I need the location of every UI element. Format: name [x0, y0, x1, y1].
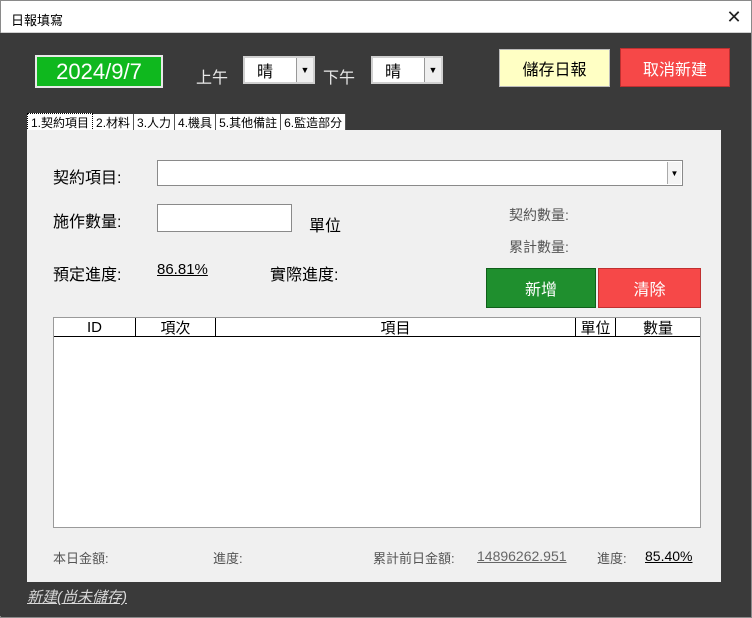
items-table[interactable]: ID 項次 項目 單位 數量 [53, 317, 701, 528]
tab-equipment[interactable]: 4.機具 [175, 114, 217, 131]
tab-contract-items[interactable]: 1.契約項目 [27, 113, 94, 131]
column-header-quantity: 數量 [642, 320, 673, 337]
am-weather-select[interactable]: 晴 ▼ [243, 56, 315, 84]
today-amount-label: 本日金額: [53, 551, 109, 566]
save-report-button[interactable]: 儲存日報 [499, 49, 610, 87]
window-title: 日報填寫 [11, 13, 64, 28]
tab-panel: 契約項目: ▼ 施作數量: 單位 契約數量: 累計數量: 預定進度: 86.81… [27, 130, 721, 582]
previous-amount-value: 14896262.951 [477, 548, 567, 564]
unit-label: 單位 [309, 218, 342, 235]
close-icon: ✕ [726, 6, 742, 27]
pm-label: 下午 [323, 70, 356, 87]
tab-strip: 1.契約項目 2.材料 3.人力 4.機具 5.其他備註 6.監造部分 [27, 113, 347, 131]
contract-item-label: 契約項目: [53, 170, 122, 187]
today-progress-label: 進度: [213, 551, 243, 566]
column-header-id: ID [54, 318, 136, 337]
column-header-unit: 單位 [576, 318, 616, 337]
planned-progress-label: 預定進度: [53, 267, 122, 284]
chevron-down-icon[interactable]: ▼ [296, 58, 313, 82]
title-bar: 日報填寫 ✕ [1, 1, 751, 33]
chevron-down-icon[interactable]: ▼ [424, 58, 441, 82]
column-header-item: 項目 [216, 318, 576, 337]
contract-quantity-label: 契約數量: [509, 207, 569, 223]
tab-other-notes[interactable]: 5.其他備註 [216, 114, 282, 131]
table-header: ID 項次 項目 單位 數量 [54, 318, 700, 337]
quantity-input[interactable] [157, 204, 292, 232]
planned-progress-value: 86.81% [157, 261, 208, 278]
close-button[interactable]: ✕ [717, 1, 751, 33]
save-status: 新建(尚未儲存) [27, 589, 127, 606]
date-display[interactable]: 2024/9/7 [35, 55, 163, 88]
pm-weather-select[interactable]: 晴 ▼ [371, 56, 443, 84]
actual-progress-label: 實際進度: [270, 267, 339, 284]
cumulative-quantity-label: 累計數量: [509, 239, 569, 255]
cumulative-progress-value: 85.40% [645, 548, 693, 564]
previous-amount-label: 累計前日金額: [373, 551, 455, 566]
am-label: 上午 [196, 70, 229, 87]
quantity-label: 施作數量: [53, 214, 122, 231]
contract-item-select[interactable]: ▼ [157, 160, 683, 186]
pm-weather-value: 晴 [385, 64, 402, 81]
tab-materials[interactable]: 2.材料 [93, 114, 135, 131]
cumulative-progress-label: 進度: [597, 551, 627, 566]
tab-manpower[interactable]: 3.人力 [134, 114, 176, 131]
clear-button[interactable]: 清除 [598, 268, 701, 308]
column-header-item-no: 項次 [136, 318, 216, 337]
chevron-down-icon[interactable]: ▼ [667, 162, 681, 184]
cancel-new-button[interactable]: 取消新建 [620, 48, 730, 87]
tab-supervision[interactable]: 6.監造部分 [281, 114, 347, 131]
am-weather-value: 晴 [257, 64, 274, 81]
add-button[interactable]: 新增 [486, 268, 596, 308]
